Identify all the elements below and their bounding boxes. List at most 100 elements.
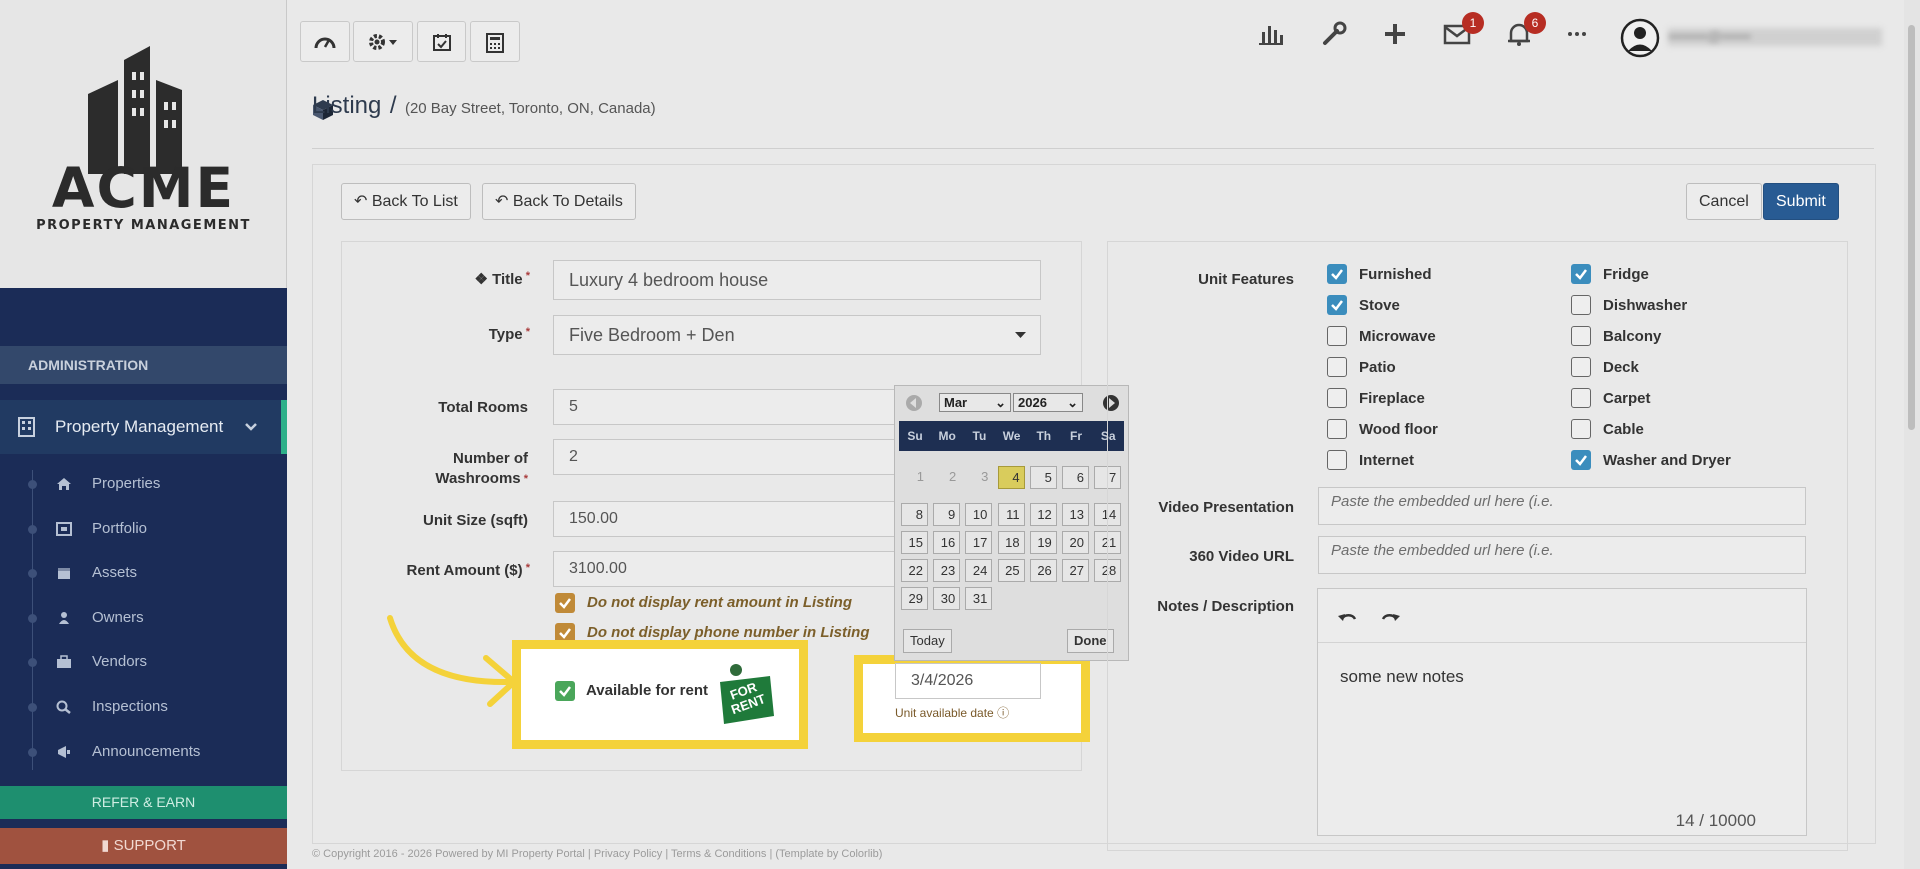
more-icon[interactable] (1563, 20, 1591, 48)
dashboard-button[interactable] (300, 21, 350, 62)
reply-icon: ↶ (354, 193, 372, 210)
feature-label: Deck (1603, 359, 1639, 376)
calendar-check-icon (432, 34, 451, 51)
checkmark-icon (1575, 455, 1587, 466)
feature-checkbox[interactable] (1327, 357, 1347, 377)
calendar-day[interactable]: 10 (965, 503, 993, 526)
unit-size-input[interactable]: 150.00 (553, 501, 898, 537)
back-to-list-button[interactable]: ↶ Back To List (341, 183, 471, 220)
datepicker-popup: Mar ⌄ 2026 ⌄ Su Mo Tu We Th Fr Sa Today Done 123… (894, 385, 1129, 661)
title-label-text: Title (492, 271, 523, 288)
feature-checkbox[interactable] (1327, 450, 1347, 470)
calculator-button[interactable] (470, 21, 520, 62)
today-button[interactable]: Today (903, 629, 952, 653)
calendar-day[interactable]: 19 (1029, 531, 1057, 554)
submit-button[interactable]: Submit (1763, 183, 1839, 220)
calendar-day[interactable]: 20 (1062, 531, 1089, 554)
calendar-button[interactable] (417, 21, 466, 62)
feature-checkbox[interactable] (1571, 419, 1591, 439)
feature-checkbox[interactable] (1327, 388, 1347, 408)
calendar-day-disabled: 1 (916, 469, 924, 484)
calendar-day[interactable]: 11 (997, 503, 1025, 526)
hide-rent-checkbox[interactable] (555, 593, 575, 613)
calendar-day[interactable]: 31 (965, 587, 993, 610)
sidebar-item-vendors[interactable]: Vendors (0, 640, 287, 684)
page-address: (20 Bay Street, Toronto, ON, Canada) (404, 100, 656, 117)
video-360-input[interactable]: Paste the embedded url here (i.e. (1318, 536, 1806, 574)
refer-and-earn-button[interactable]: REFER & EARN (0, 786, 287, 819)
calendar-day[interactable]: 22 (901, 559, 928, 582)
company-logo[interactable]: ACME PROPERTY MANAGEMENT (0, 0, 287, 288)
unit-size-label: Unit Size (sqft) (423, 512, 528, 529)
feature-checkbox[interactable] (1571, 357, 1591, 377)
wrench-icon[interactable] (1320, 20, 1348, 48)
feature-checkbox[interactable] (1327, 419, 1347, 439)
sidebar-item-announcements[interactable]: Announcements (0, 730, 287, 774)
book-icon: ▮ (101, 837, 114, 854)
calendar-day[interactable]: 18 (997, 531, 1025, 554)
calendar-day[interactable]: 17 (965, 531, 993, 554)
calendar-day[interactable]: 30 (933, 587, 961, 610)
settings-dropdown-button[interactable] (353, 21, 413, 62)
sidebar-item-portfolio[interactable]: Portfolio (0, 507, 287, 551)
feature-checkbox[interactable] (1571, 326, 1591, 346)
video-presentation-input[interactable]: Paste the embedded url here (i.e. (1318, 487, 1806, 525)
sidebar-item-owners[interactable]: Owners (0, 596, 287, 640)
avatar[interactable] (1620, 18, 1660, 58)
support-button[interactable]: ▮ SUPPORT (0, 828, 287, 864)
calendar-day[interactable]: 24 (965, 559, 993, 582)
calendar-day[interactable]: 5 (1029, 466, 1057, 489)
year-select[interactable]: 2026 ⌄ (1013, 393, 1083, 412)
tree-dot (28, 614, 37, 623)
chevron-down-icon (245, 423, 257, 431)
calendar-day-selected[interactable]: 4 (997, 466, 1025, 489)
calendar-day[interactable]: 13 (1062, 503, 1089, 526)
calendar-day[interactable]: 25 (997, 559, 1025, 582)
calendar-day[interactable]: 16 (933, 531, 961, 554)
sidebar-group-property-management[interactable]: Property Management (0, 400, 287, 454)
notes-editor[interactable]: some new notes 14 / 10000 (1317, 588, 1807, 836)
bar-chart-icon[interactable] (1257, 20, 1285, 48)
calendar-day[interactable]: 9 (933, 503, 961, 526)
calendar-day[interactable]: 15 (901, 531, 928, 554)
calendar-day[interactable]: 6 (1062, 466, 1089, 489)
calendar-day[interactable]: 12 (1029, 503, 1057, 526)
sidebar-item-inspections[interactable]: Inspections (0, 685, 287, 729)
notes-text[interactable]: some new notes (1340, 667, 1464, 687)
sidebar-item-properties[interactable]: Properties (0, 462, 287, 506)
cancel-button[interactable]: Cancel (1686, 183, 1762, 220)
calendar-day[interactable]: 26 (1029, 559, 1057, 582)
feature-checkbox[interactable] (1327, 264, 1347, 284)
hide-phone-label: Do not display phone number in Listing (587, 624, 870, 641)
feature-checkbox[interactable] (1571, 388, 1591, 408)
type-select[interactable]: Five Bedroom + Den (553, 315, 1041, 355)
feature-checkbox[interactable] (1571, 264, 1591, 284)
undo-icon[interactable] (1338, 609, 1358, 625)
back-to-details-button[interactable]: ↶ Back To Details (482, 183, 636, 220)
month-select[interactable]: Mar ⌄ (939, 393, 1011, 412)
feature-label: Fridge (1603, 266, 1649, 283)
available-for-rent-checkbox[interactable] (555, 681, 575, 701)
building-logo-icon (88, 46, 182, 174)
feature-checkbox[interactable] (1327, 326, 1347, 346)
redo-icon[interactable] (1380, 609, 1400, 625)
calendar-day[interactable]: 8 (901, 503, 928, 526)
available-date-input[interactable]: 3/4/2026 (895, 663, 1041, 699)
calendar-day[interactable]: 23 (933, 559, 961, 582)
washrooms-input[interactable]: 2 (553, 439, 898, 475)
rent-amount-input[interactable]: 3100.00 (553, 551, 898, 587)
prev-month-icon[interactable] (905, 394, 923, 412)
calendar-day[interactable]: 27 (1062, 559, 1089, 582)
feature-checkbox[interactable] (1571, 295, 1591, 315)
plus-icon[interactable] (1381, 20, 1409, 48)
washrooms-label-line1: Number of (453, 450, 528, 467)
sidebar-item-assets[interactable]: Assets (0, 551, 287, 595)
scrollbar-thumb[interactable] (1908, 25, 1915, 430)
type-label: Type * (488, 326, 530, 343)
title-input[interactable]: Luxury 4 bedroom house (553, 260, 1041, 300)
feature-checkbox[interactable] (1571, 450, 1591, 470)
feature-checkbox[interactable] (1327, 295, 1347, 315)
calendar-day[interactable]: 29 (901, 587, 928, 610)
total-rooms-input[interactable]: 5 (553, 389, 898, 425)
user-name[interactable]: ••••••••@•••••• (1668, 28, 1882, 46)
